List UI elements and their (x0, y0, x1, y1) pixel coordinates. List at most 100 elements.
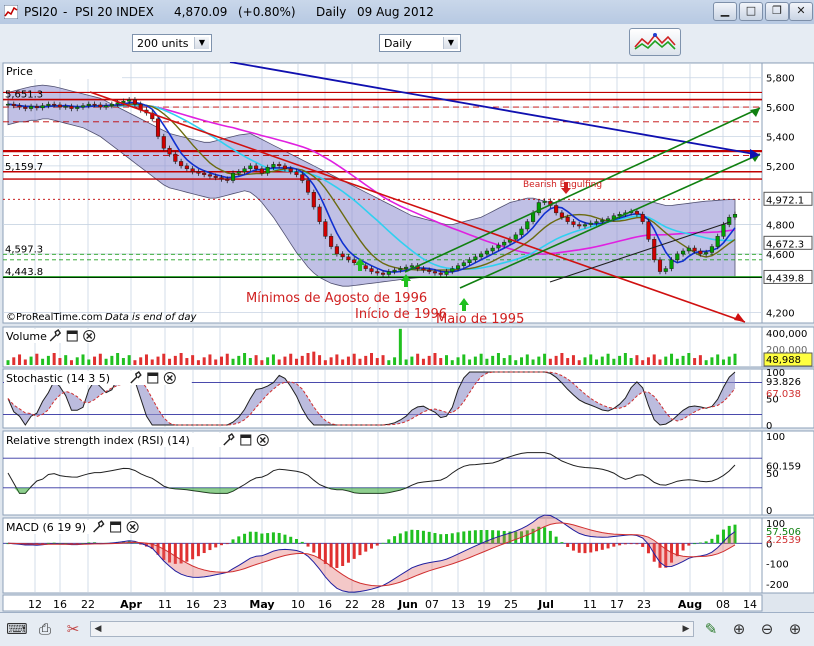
candle-body (398, 268, 403, 271)
macd-hist-bar (479, 530, 483, 544)
candle-body (479, 253, 484, 258)
volume-bar (98, 353, 102, 365)
period-select[interactable]: Daily ▼ (379, 34, 461, 52)
volume-bar (727, 356, 731, 365)
volume-bar (364, 355, 368, 365)
candle-body (496, 244, 501, 249)
volume-bar (375, 358, 379, 365)
volume-bar (196, 360, 200, 365)
candle-body (254, 165, 259, 170)
volume-bar (64, 355, 68, 365)
candle-body (484, 250, 489, 255)
volume-bar (237, 355, 241, 365)
stoch-value-label: 93.826 (766, 377, 801, 388)
period-select-value: Daily (384, 37, 412, 50)
volume-bar (208, 354, 212, 365)
volume-bar (468, 359, 472, 365)
volume-bar (52, 353, 56, 365)
volume-tick-label: 400,000 (766, 329, 807, 340)
drawing-tool-icon[interactable]: ✎ (700, 619, 722, 639)
volume-bar (450, 360, 454, 365)
macd-hist-bar (185, 543, 189, 562)
restore-button[interactable]: ❐ (765, 2, 789, 21)
annotation-bearish-engulfing: Bearish Engulfing (523, 180, 602, 190)
macd-hist-bar (219, 543, 223, 546)
candle-body (161, 136, 166, 149)
macd-hist-bar (704, 541, 708, 544)
volume-bar (445, 355, 449, 365)
level-label: 5,651.3 (5, 90, 43, 101)
candle-body (657, 259, 663, 272)
candle-body (582, 224, 588, 227)
candle-body (369, 268, 374, 272)
candle-body (57, 104, 62, 108)
print-icon[interactable]: ⎙ (34, 619, 56, 639)
x-tick-label: Aug (678, 598, 702, 611)
close-button[interactable]: ✕ (789, 2, 813, 21)
keyboard-icon[interactable]: ⌨ (6, 619, 28, 639)
candle-body (311, 192, 316, 208)
candle-body (721, 224, 726, 237)
y-tick-label: 4,972.1 (766, 195, 804, 206)
zoom-out-icon[interactable]: ⊖ (756, 619, 778, 639)
volume-bar (318, 355, 322, 365)
x-tick-label: May (249, 598, 274, 611)
macd-hist-bar (398, 533, 402, 544)
level-label: 5,159.7 (5, 162, 43, 173)
title-price: 4,870.09 (174, 5, 228, 19)
indicators-button[interactable] (629, 28, 681, 56)
chart-area[interactable]: 5,651.3 5,159.7 4,597.3 4,443.8 5,800 5,600 5,… (0, 62, 814, 612)
units-select[interactable]: 200 units ▼ (132, 34, 212, 52)
volume-bar (289, 353, 293, 365)
candle-body (248, 165, 253, 170)
macd-hist-bar (450, 533, 454, 544)
macd-hist-bar (468, 530, 472, 544)
candle-body (190, 168, 195, 172)
volume-bar (612, 358, 616, 365)
maximize-button[interactable]: □ (739, 2, 763, 21)
scroll-left-icon[interactable]: ◀ (91, 622, 105, 636)
candle-body (294, 171, 299, 175)
volume-bar (456, 357, 460, 365)
candle-body (692, 247, 697, 252)
y-tick-label: 5,800 (766, 74, 795, 85)
volume-bar (271, 354, 275, 365)
candle-body (455, 265, 461, 269)
volume-bar (352, 353, 356, 365)
candle-body (288, 168, 293, 172)
minimize-button[interactable]: ▁ (713, 2, 737, 21)
volume-bar (479, 353, 483, 365)
time-scrollbar[interactable]: ◀ ▶ (90, 621, 694, 637)
volume-bar (243, 353, 247, 365)
macd-hist-bar (427, 531, 431, 544)
candle-body (334, 246, 339, 255)
macd-hist-bar (641, 543, 645, 547)
candle-body (282, 165, 288, 170)
remove-drawing-icon[interactable]: ✂ (62, 619, 84, 639)
scroll-right-icon[interactable]: ▶ (679, 622, 693, 636)
volume-bar (514, 360, 518, 365)
zoom-in-icon[interactable]: ⊕ (784, 619, 806, 639)
candle-body (317, 206, 322, 222)
macd-value-label: 2.2539 (766, 535, 801, 546)
volume-bar (6, 360, 10, 365)
volume-bar (329, 357, 333, 365)
candle-body (404, 266, 409, 269)
macd-hist-bar (191, 543, 195, 560)
volume-bar (531, 359, 535, 365)
volume-bar (306, 353, 310, 365)
candle-body (634, 211, 639, 215)
volume-bar (641, 360, 645, 365)
volume-bar (248, 358, 252, 365)
macd-hist-bar (600, 543, 604, 550)
volume-bar (560, 353, 564, 365)
zoom-fit-icon[interactable]: ⊕ (728, 619, 750, 639)
macd-hist-bar (693, 543, 697, 545)
volume-bar (139, 357, 143, 365)
price-panel: 5,651.3 5,159.7 4,597.3 4,443.8 5,800 5,600 5,… (2, 62, 814, 324)
candle-body (300, 174, 305, 181)
volume-bar (29, 356, 33, 365)
candle-body (11, 103, 16, 106)
candle-body (63, 106, 68, 108)
y-tick-label: 5,600 (766, 103, 795, 114)
